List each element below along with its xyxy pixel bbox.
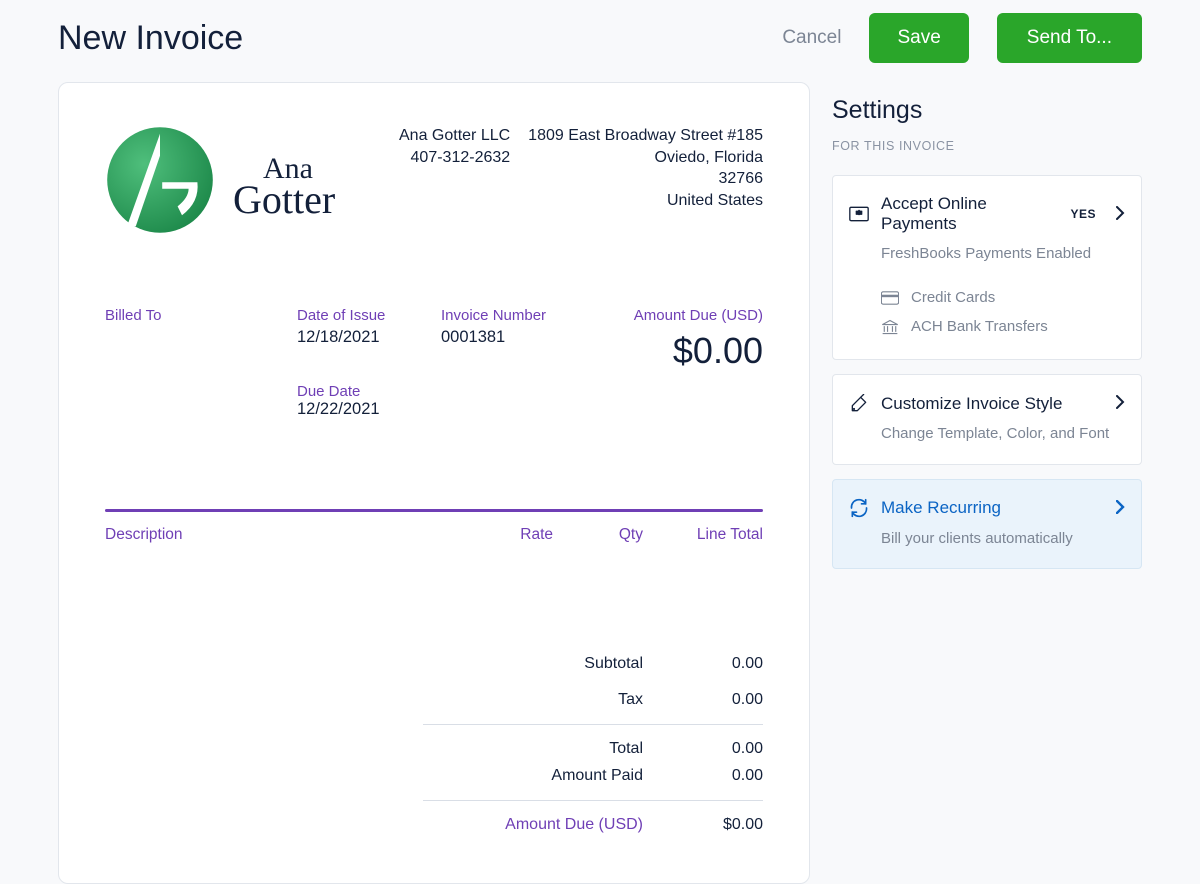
address-line2: Oviedo, Florida xyxy=(528,147,763,169)
save-button[interactable]: Save xyxy=(869,13,968,63)
footer-amount-due-label: Amount Due (USD) xyxy=(423,816,683,834)
online-payments-title: Accept Online Payments xyxy=(881,194,1058,234)
payment-icon: $ xyxy=(849,204,869,224)
amount-due-value: $0.00 xyxy=(581,330,763,372)
due-date-label: Due Date xyxy=(297,383,441,400)
total-label: Total xyxy=(423,740,683,758)
billed-to-label: Billed To xyxy=(105,307,297,324)
col-rate: Rate xyxy=(433,526,553,544)
company-logo: Ana Gotter xyxy=(105,125,335,235)
paint-icon xyxy=(849,394,869,414)
amount-paid-value: 0.00 xyxy=(683,767,763,785)
settings-sidebar: Settings FOR THIS INVOICE $ Accept Onlin… xyxy=(832,82,1142,569)
recurring-icon xyxy=(849,498,869,518)
amount-due-label: Amount Due (USD) xyxy=(581,307,763,324)
address-line1: 1809 East Broadway Street #185 xyxy=(528,125,763,147)
recurring-sub: Bill your clients automatically xyxy=(881,527,1125,550)
invoice-number-value[interactable]: 0001381 xyxy=(441,328,581,347)
settings-subtitle: FOR THIS INVOICE xyxy=(832,139,1142,153)
top-bar: New Invoice Cancel Save Send To... xyxy=(58,0,1142,76)
chevron-right-icon xyxy=(1116,393,1125,414)
bank-icon xyxy=(881,319,899,335)
logo-script-icon: Ana Gotter xyxy=(233,155,335,218)
line-items-separator xyxy=(105,509,763,512)
address-country: United States xyxy=(528,190,763,212)
cancel-button[interactable]: Cancel xyxy=(782,27,841,49)
tax-value: 0.00 xyxy=(683,691,763,709)
online-payments-sub: FreshBooks Payments Enabled xyxy=(881,242,1125,265)
send-to-button[interactable]: Send To... xyxy=(997,13,1142,63)
invoice-card: Ana Gotter Ana Gotter LLC 407-312-2632 1… xyxy=(58,82,810,884)
total-value: 0.00 xyxy=(683,740,763,758)
chevron-right-icon xyxy=(1116,498,1125,519)
footer-amount-due-value: $0.00 xyxy=(683,816,763,834)
date-of-issue-label: Date of Issue xyxy=(297,307,441,324)
company-phone: 407-312-2632 xyxy=(353,147,510,169)
totals-block: Subtotal 0.00 Tax 0.00 Total 0.00 Amount… xyxy=(423,646,763,843)
pay-method-credit: Credit Cards xyxy=(881,283,1125,312)
recurring-title: Make Recurring xyxy=(881,498,1096,518)
col-description: Description xyxy=(105,526,433,544)
credit-card-icon xyxy=(881,291,899,305)
company-name: Ana Gotter LLC xyxy=(353,125,510,147)
amount-paid-label: Amount Paid xyxy=(423,767,683,785)
subtotal-value: 0.00 xyxy=(683,655,763,673)
due-date-value[interactable]: 12/22/2021 xyxy=(297,400,441,419)
panel-online-payments[interactable]: $ Accept Online Payments YES FreshBooks … xyxy=(832,175,1142,360)
invoice-number-label: Invoice Number xyxy=(441,307,581,324)
customize-sub: Change Template, Color, and Font xyxy=(881,422,1125,445)
panel-make-recurring[interactable]: Make Recurring Bill your clients automat… xyxy=(832,479,1142,569)
online-payments-badge: YES xyxy=(1070,207,1096,221)
line-items-header: Description Rate Qty Line Total xyxy=(105,526,763,544)
subtotal-label: Subtotal xyxy=(423,655,683,673)
page-title: New Invoice xyxy=(58,19,782,58)
pay-method-ach: ACH Bank Transfers xyxy=(881,312,1125,341)
panel-customize-style[interactable]: Customize Invoice Style Change Template,… xyxy=(832,374,1142,464)
customize-title: Customize Invoice Style xyxy=(881,394,1096,414)
address-zip: 32766 xyxy=(528,168,763,190)
logo-mark-icon xyxy=(105,125,215,235)
col-qty: Qty xyxy=(553,526,643,544)
settings-title: Settings xyxy=(832,96,1142,125)
tax-label: Tax xyxy=(423,691,683,709)
date-of-issue-value[interactable]: 12/18/2021 xyxy=(297,328,441,347)
chevron-right-icon xyxy=(1116,204,1125,225)
col-line-total: Line Total xyxy=(643,526,763,544)
